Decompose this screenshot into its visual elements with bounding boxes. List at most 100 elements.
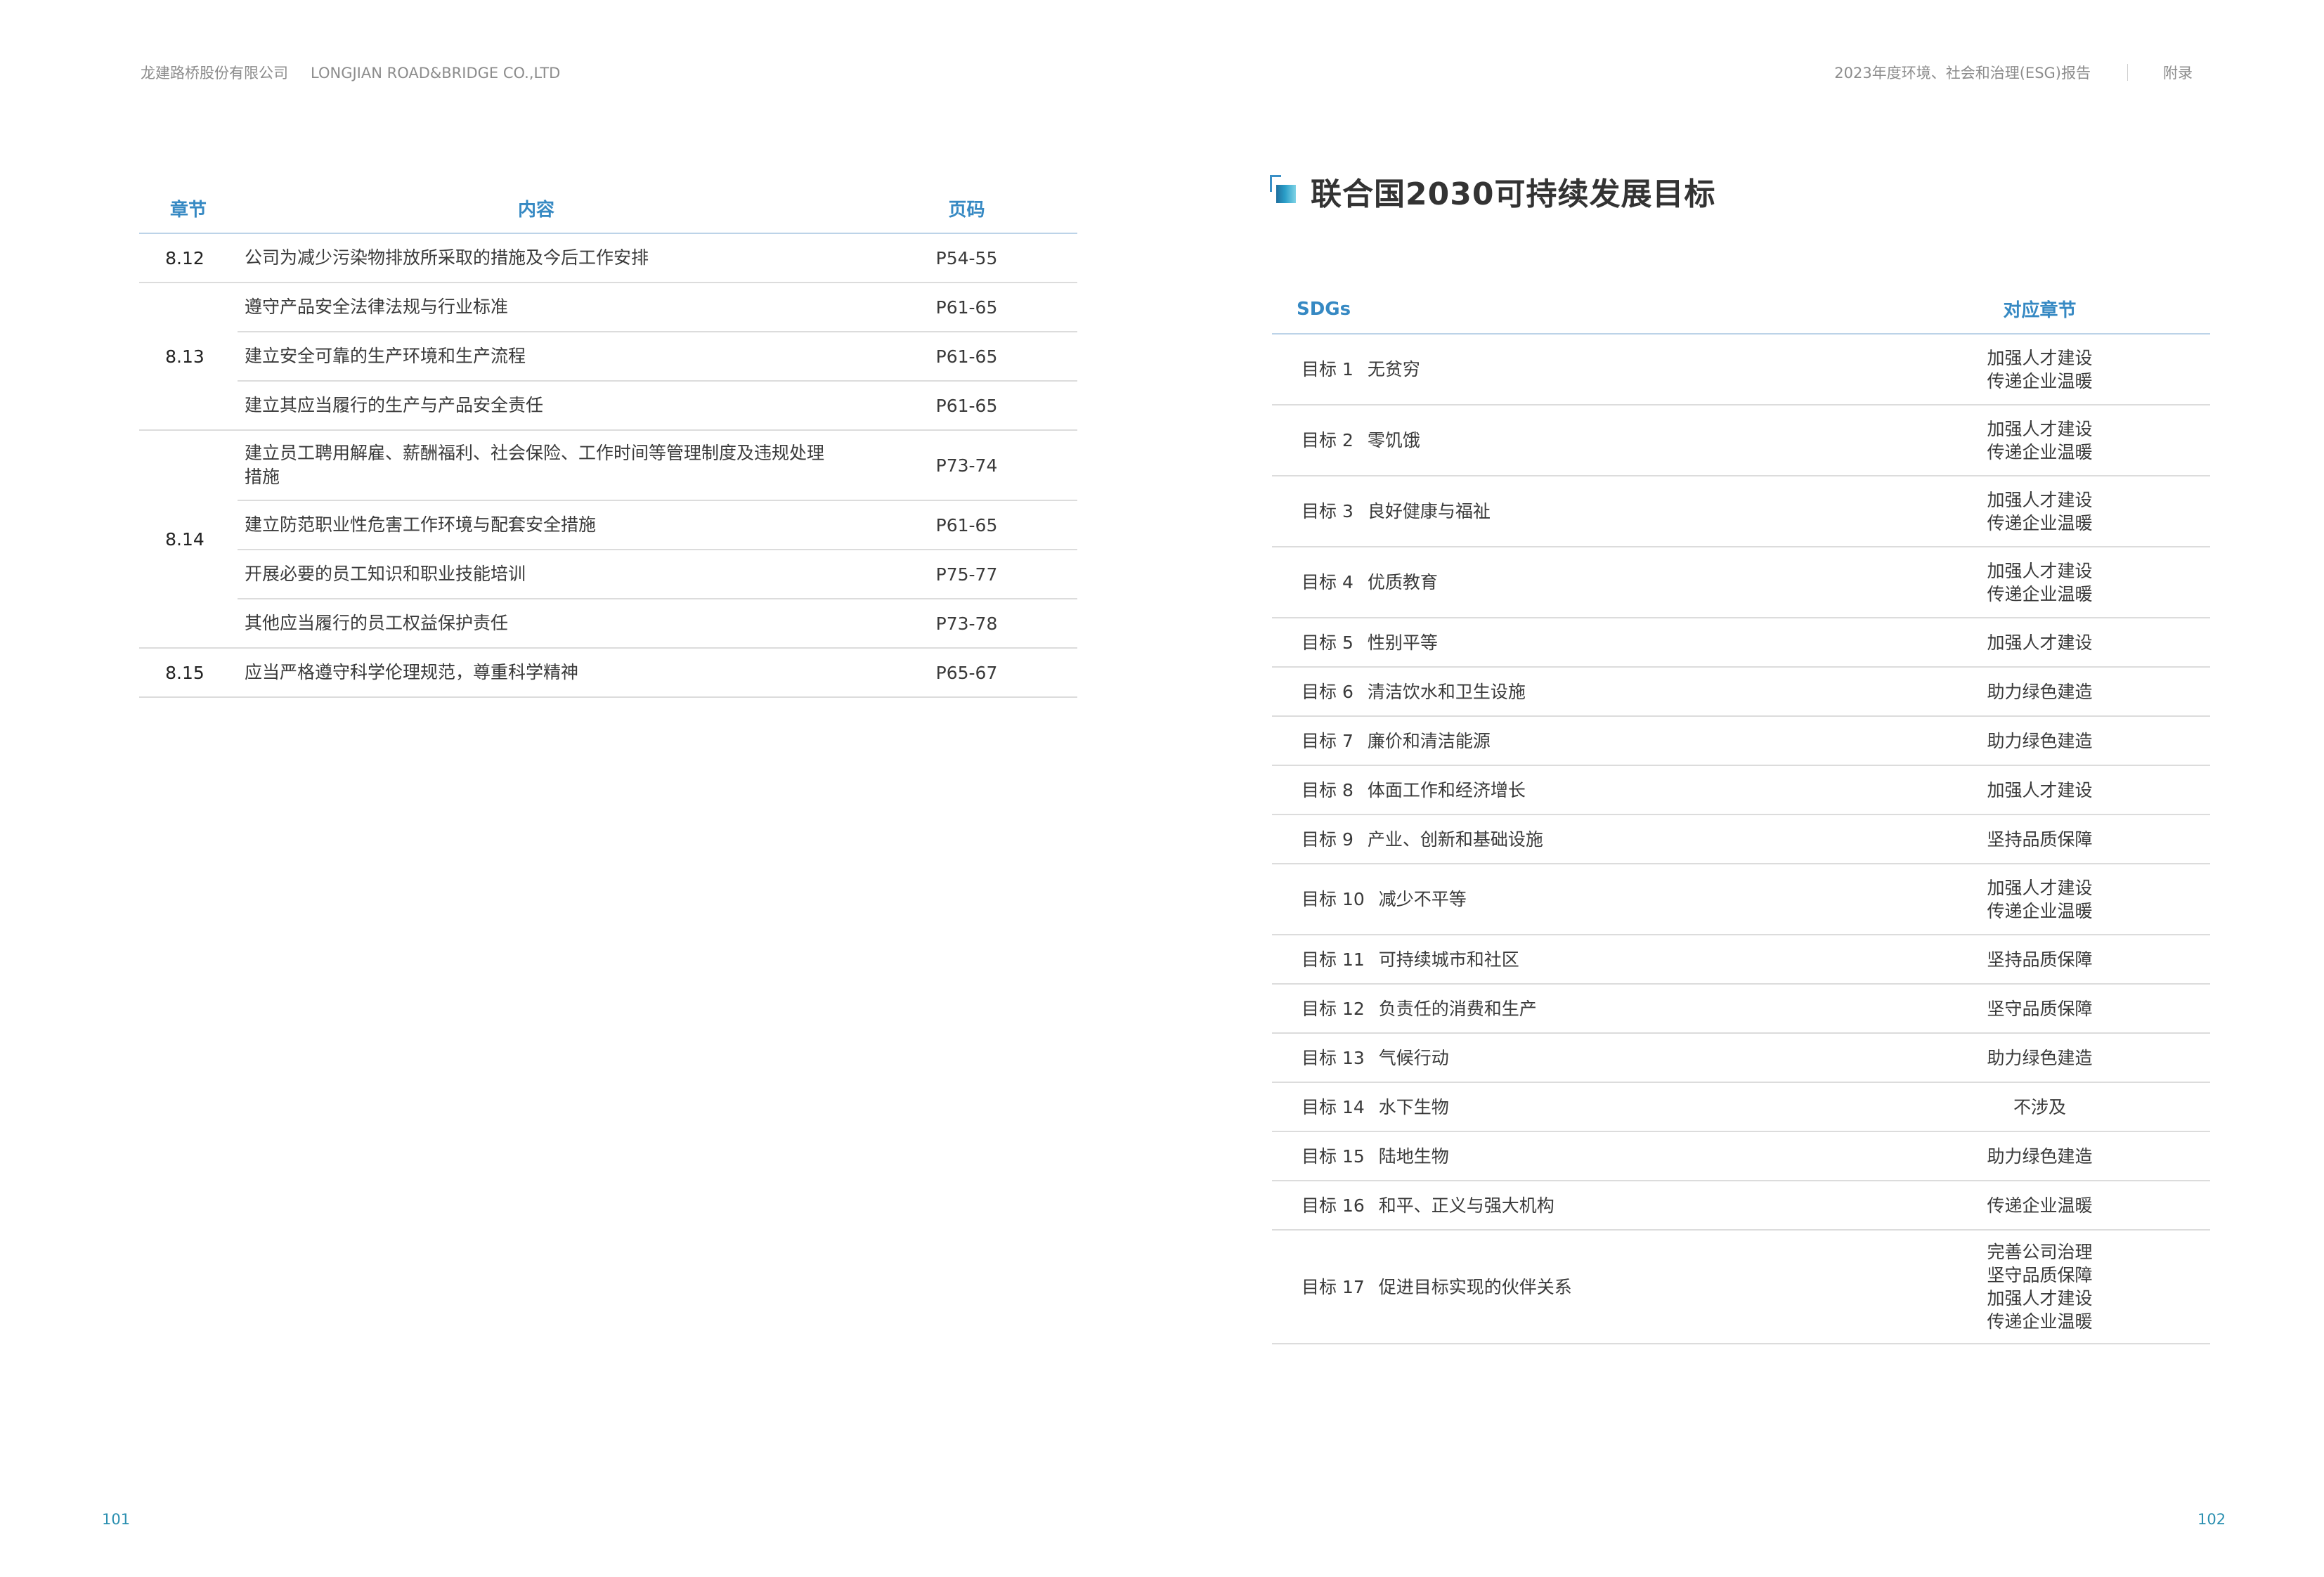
chapter-cell: 8.14 (139, 430, 238, 649)
sdg-goal-cell: 目标 13 气候行动 (1272, 1033, 1869, 1083)
sdg-goal-number: 目标 7 (1301, 730, 1353, 751)
section-title: 联合国2030可持续发展目标 (1311, 176, 1716, 212)
sdg-chapter-cell: 加强人才建设 传递企业温暖 (1869, 405, 2210, 476)
table-row: 开展必要的员工知识和职业技能培训 P75-77 (139, 550, 1077, 599)
sdg-goal-cell: 目标 15 陆地生物 (1272, 1131, 1869, 1181)
chapter-index-table: 章节 内容 页码 8.12 公司为减少污染物排放所采取的措施及今后工作安排 P5… (139, 184, 1077, 698)
sdg-goal-cell: 目标 14 水下生物 (1272, 1082, 1869, 1132)
sdg-goal-number: 目标 14 (1301, 1096, 1365, 1117)
page-number-right: 102 (2198, 1511, 2226, 1528)
chapter-cell: 8.15 (139, 648, 238, 698)
sdg-row: 目标 5 性别平等 加强人才建设 (1272, 618, 2210, 668)
sdg-goal-number: 目标 2 (1301, 430, 1353, 450)
sdg-goal-cell: 目标 11 可持续城市和社区 (1272, 935, 1869, 985)
page-cell: P61-65 (835, 283, 1077, 332)
sdg-goal-name: 负责任的消费和生产 (1378, 998, 1537, 1019)
sdg-goal-name: 零饥饿 (1367, 430, 1420, 450)
table-header-row: SDGs 对应章节 (1272, 285, 2210, 335)
sdg-chapter-cell: 不涉及 (1869, 1082, 2210, 1132)
sdg-chapter-item: 加强人才建设 (1987, 632, 2093, 653)
header-mapped-chapter: 对应章节 (1869, 285, 2210, 335)
content-text: 建立员工聘用解雇、薪酬福利、社会保险、工作时间等管理制度及违规处理措施 (245, 443, 825, 487)
sdg-chapter-item: 加强人才建设 (1987, 877, 2093, 898)
sdg-chapter-cell: 加强人才建设 传递企业温暖 (1869, 476, 2210, 547)
sdg-row: 目标 10 减少不平等 加强人才建设 传递企业温暖 (1272, 864, 2210, 935)
sdg-chapter-cell: 加强人才建设 传递企业温暖 (1869, 547, 2210, 618)
sdg-goal-number: 目标 6 (1301, 681, 1353, 702)
sdg-goal-name: 和平、正义与强大机构 (1378, 1195, 1554, 1216)
content-cell: 遵守产品安全法律法规与行业标准 (238, 283, 835, 332)
sdg-chapter-item: 传递企业温暖 (1987, 583, 2093, 604)
content-cell: 建立防范职业性危害工作环境与配套安全措施 (238, 500, 835, 550)
sdg-chapter-item: 坚持品质保障 (1987, 829, 2093, 850)
sdg-chapter-cell: 加强人才建设 (1869, 618, 2210, 668)
content-cell: 应当严格遵守科学伦理规范，尊重科学精神 (238, 648, 835, 698)
sdg-goal-cell: 目标 3 良好健康与福祉 (1272, 476, 1869, 547)
title-decoration-icon (1270, 175, 1298, 207)
sdg-row: 目标 6 清洁饮水和卫生设施 助力绿色建造 (1272, 667, 2210, 717)
sdg-goal-number: 目标 16 (1301, 1195, 1365, 1216)
page-cell: P75-77 (835, 550, 1077, 599)
sdg-goal-number: 目标 8 (1301, 779, 1353, 800)
sdg-chapter-item: 助力绿色建造 (1987, 730, 2093, 751)
sdg-goal-number: 目标 12 (1301, 998, 1365, 1019)
sdg-goal-name: 优质教育 (1367, 572, 1438, 592)
sdg-chapter-item: 传递企业温暖 (1987, 370, 2093, 391)
chapter-cell: 8.12 (139, 233, 238, 283)
sdg-chapter-item: 加强人才建设 (1987, 347, 2093, 368)
sdg-goal-cell: 目标 9 产业、创新和基础设施 (1272, 815, 1869, 864)
sdg-row: 目标 2 零饥饿 加强人才建设 传递企业温暖 (1272, 405, 2210, 476)
page-number-left: 101 (102, 1511, 131, 1528)
page-cell: P73-74 (835, 430, 1077, 501)
sdg-goal-cell: 目标 10 减少不平等 (1272, 864, 1869, 935)
sdg-goal-name: 减少不平等 (1378, 889, 1467, 909)
sdg-goal-name: 良好健康与福祉 (1367, 501, 1491, 521)
sdg-chapter-item: 传递企业温暖 (1987, 1195, 2093, 1216)
sdg-goal-name: 陆地生物 (1378, 1146, 1449, 1167)
sdg-chapter-item: 不涉及 (2013, 1096, 2066, 1117)
sdg-goal-name: 性别平等 (1367, 632, 1438, 653)
sdg-goal-cell: 目标 12 负责任的消费和生产 (1272, 984, 1869, 1034)
sdg-goal-cell: 目标 17 促进目标实现的伙伴关系 (1272, 1230, 1869, 1344)
sdg-row: 目标 9 产业、创新和基础设施 坚持品质保障 (1272, 815, 2210, 864)
header-sdgs: SDGs (1272, 285, 1869, 335)
page-cell: P61-65 (835, 500, 1077, 550)
section-heading: 联合国2030可持续发展目标 (1270, 169, 1715, 214)
sdg-chapter-cell: 加强人才建设 传递企业温暖 (1869, 864, 2210, 935)
sdg-row: 目标 4 优质教育 加强人才建设 传递企业温暖 (1272, 547, 2210, 618)
header-divider (2127, 64, 2128, 81)
table-row: 8.13 遵守产品安全法律法规与行业标准 P61-65 (139, 283, 1077, 431)
table-row: 建立防范职业性危害工作环境与配套安全措施 P61-65 (139, 500, 1077, 550)
sdg-goal-number: 目标 13 (1301, 1047, 1365, 1068)
header-right: 2023年度环境、社会和治理(ESG)报告 附录 (1834, 62, 2193, 83)
sdg-goal-name: 气候行动 (1378, 1047, 1449, 1068)
sdg-goal-cell: 目标 4 优质教育 (1272, 547, 1869, 618)
sdg-chapter-item: 完善公司治理 (1987, 1242, 2093, 1262)
sdg-chapter-item: 坚守品质保障 (1987, 1265, 2093, 1285)
table-header-row: 章节 内容 页码 (139, 184, 1077, 234)
page-cell: P54-55 (835, 233, 1077, 283)
sdg-goal-name: 产业、创新和基础设施 (1367, 829, 1543, 850)
content-cell: 建立员工聘用解雇、薪酬福利、社会保险、工作时间等管理制度及违规处理措施 (238, 430, 835, 501)
sdg-chapter-cell: 传递企业温暖 (1869, 1181, 2210, 1231)
sdg-row: 目标 13 气候行动 助力绿色建造 (1272, 1033, 2210, 1083)
sdg-chapter-cell: 助力绿色建造 (1869, 1131, 2210, 1181)
sdg-goal-name: 廉价和清洁能源 (1367, 730, 1491, 751)
sdg-goal-number: 目标 9 (1301, 829, 1353, 850)
sdg-goal-number: 目标 17 (1301, 1276, 1365, 1297)
sdg-row: 目标 17 促进目标实现的伙伴关系 完善公司治理 坚守品质保障 加强人才建设 传递企业温暖 (1272, 1230, 2210, 1344)
sdg-goal-cell: 目标 6 清洁饮水和卫生设施 (1272, 667, 1869, 717)
sdg-table: SDGs 对应章节 目标 1 无贫穷 加强人才建设 传递企业温暖 目标 2 零饥饿 加强人才… (1272, 285, 2210, 1344)
sdg-row: 目标 3 良好健康与福祉 加强人才建设 传递企业温暖 (1272, 476, 2210, 547)
content-cell: 建立其应当履行的生产与产品安全责任 (238, 381, 835, 431)
sdg-row: 目标 12 负责任的消费和生产 坚守品质保障 (1272, 984, 2210, 1034)
company-name-en: LONGJIAN ROAD&BRIDGE CO.,LTD (311, 65, 561, 82)
sdg-chapter-item: 传递企业温暖 (1987, 441, 2093, 462)
header-left: 龙建路桥股份有限公司 LONGJIAN ROAD&BRIDGE CO.,LTD (141, 62, 560, 83)
sdg-row: 目标 14 水下生物 不涉及 (1272, 1082, 2210, 1132)
sdg-chapter-cell: 助力绿色建造 (1869, 667, 2210, 717)
sdg-chapter-item: 坚守品质保障 (1987, 998, 2093, 1019)
sdg-goal-cell: 目标 1 无贫穷 (1272, 334, 1869, 405)
sdg-goal-number: 目标 1 (1301, 359, 1353, 379)
header-page: 页码 (835, 184, 1077, 234)
